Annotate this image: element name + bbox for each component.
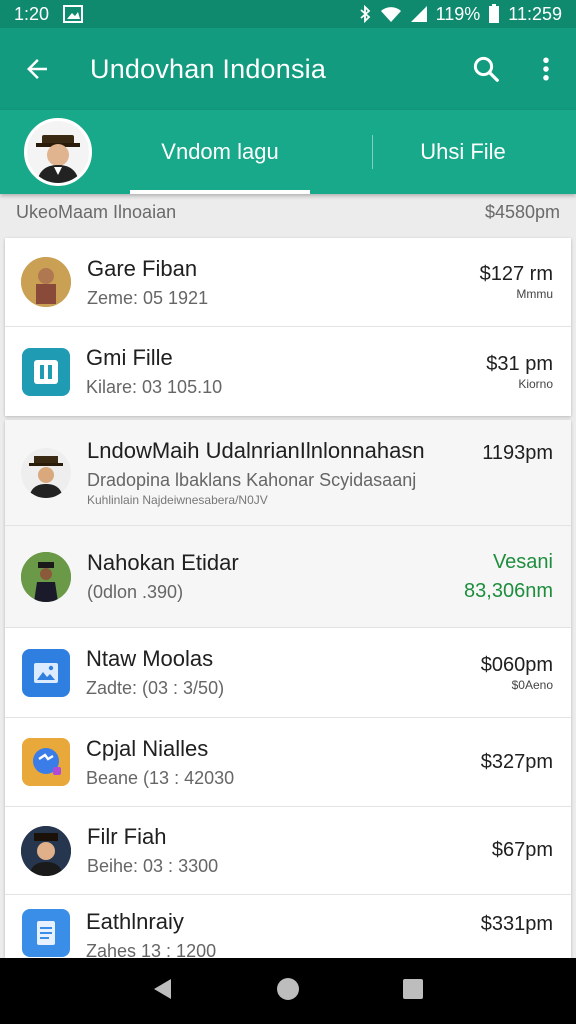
app-icon: [22, 347, 70, 396]
status-bar: 1:20 119% 11:259: [0, 0, 576, 28]
item-amount: $327pm: [480, 750, 553, 773]
item-amount: $67pm: [491, 839, 553, 861]
item-title: Cpjal Nialles: [86, 735, 209, 761]
docs-icon: [22, 909, 70, 957]
item-amount-sub: $0Aeno: [511, 677, 553, 692]
summary-label: UkeoMaam Ilnoaian: [16, 201, 177, 222]
signal-icon: [410, 5, 428, 23]
list-item[interactable]: Filr Fiah Beihe: 03 : 3300 $67pm: [5, 807, 571, 895]
photo-notification-icon: [63, 5, 84, 23]
avatar: [21, 551, 71, 602]
app-bar: Undovhan Indonsia: [0, 28, 576, 110]
avatar: [21, 825, 71, 876]
nav-home-icon: [276, 977, 299, 1000]
list-card-top: Gare Fiban Zeme: 05 1921 $127 rm Mmmu Gm…: [5, 238, 571, 416]
page-title: Undovhan Indonsia: [90, 53, 327, 84]
list-item[interactable]: Gmi Fille Kilare: 03 105.10 $31 pm Kiorn…: [5, 327, 571, 416]
wifi-icon: [380, 5, 402, 23]
status-clock: 11:259: [508, 3, 562, 24]
item-status: Vesani: [492, 550, 553, 573]
item-subtitle: Zeme: 05 1921: [87, 287, 209, 308]
item-subtitle: Dradopina lbaklans Kahonar Scyidasaanj: [87, 470, 417, 490]
battery-icon: [488, 4, 500, 24]
item-title: LndowMaih UdalnrianIlnlonnahasn: [87, 438, 425, 463]
list-item[interactable]: Cpjal Nialles Beane (13 : 42030 $327pm: [5, 718, 571, 807]
item-amount: $31 pm: [486, 352, 553, 375]
tab-bar: Vndom lagu Uhsi File: [0, 110, 576, 194]
item-amount: 1193pm: [482, 442, 553, 464]
list-item[interactable]: Gare Fiban Zeme: 05 1921 $127 rm Mmmu: [5, 238, 571, 327]
search-button[interactable]: [456, 28, 516, 110]
summary-row: UkeoMaam Ilnoaian $4580pm: [0, 194, 576, 230]
gallery-icon: [22, 648, 70, 697]
item-title: Ntaw Moolas: [86, 646, 214, 671]
item-amount: $331pm: [480, 913, 553, 935]
nav-home-button[interactable]: [275, 976, 301, 1007]
item-title: Eathlnraiy: [86, 909, 184, 934]
search-icon: [473, 56, 499, 82]
more-options-button[interactable]: [516, 28, 576, 110]
nav-back-icon: [153, 978, 171, 999]
list-item[interactable]: Ntaw Moolas Zadte: (03 : 3/50) $060pm $0…: [5, 628, 571, 718]
item-subtitle: Kilare: 03 105.10: [86, 377, 223, 397]
avatar: [21, 447, 71, 498]
list-card-main: LndowMaih UdalnrianIlnlonnahasn Dradopin…: [5, 420, 571, 961]
more-vert-icon: [543, 57, 549, 81]
item-title: Filr Fiah: [87, 824, 167, 849]
profile-avatar[interactable]: [24, 118, 92, 186]
item-amount: $060pm: [480, 653, 553, 676]
item-title: Gmi Fille: [86, 345, 173, 370]
list-item[interactable]: Nahokan Etidar (0dlon .390) Vesani 83,30…: [5, 526, 571, 628]
item-amount: 83,306nm: [464, 579, 553, 602]
item-subtitle: Beihe: 03 : 3300: [87, 856, 219, 876]
bluetooth-icon: [358, 5, 372, 23]
nav-recents-icon: [403, 978, 424, 999]
battery-percent: 119%: [435, 3, 481, 24]
list-item[interactable]: LndowMaih UdalnrianIlnlonnahasn Dradopin…: [5, 420, 571, 526]
navigation-bar: [0, 958, 576, 1024]
messenger-icon: [22, 738, 70, 786]
item-amount: $127 rm: [479, 263, 553, 285]
summary-amount: $4580pm: [484, 201, 560, 222]
item-amount-sub: Kiorno: [518, 376, 553, 391]
item-amount-sub: Mmmu: [516, 287, 553, 301]
item-subtitle: Zadte: (03 : 3/50): [86, 678, 225, 698]
tab-vndom-lagu[interactable]: Vndom lagu: [130, 110, 310, 194]
back-arrow-icon: [27, 59, 47, 79]
item-subtitle: Beane (13 : 42030: [86, 767, 235, 788]
item-title: Nahokan Etidar: [87, 550, 239, 575]
status-time: 1:20: [14, 3, 50, 24]
nav-back-button[interactable]: [150, 976, 176, 1007]
back-button[interactable]: [0, 28, 74, 110]
avatar: [21, 257, 71, 307]
nav-recents-button[interactable]: [400, 976, 426, 1007]
item-subtitle-secondary: Kuhlinlain Najdeiwnesabera/N0JV: [87, 493, 268, 507]
list-item[interactable]: Eathlnraiy Zahes 13 : 1200 $331pm: [5, 895, 571, 961]
tab-uhsi-file[interactable]: Uhsi File: [373, 110, 553, 194]
item-subtitle: (0dlon .390): [87, 582, 184, 602]
item-title: Gare Fiban: [87, 255, 198, 281]
